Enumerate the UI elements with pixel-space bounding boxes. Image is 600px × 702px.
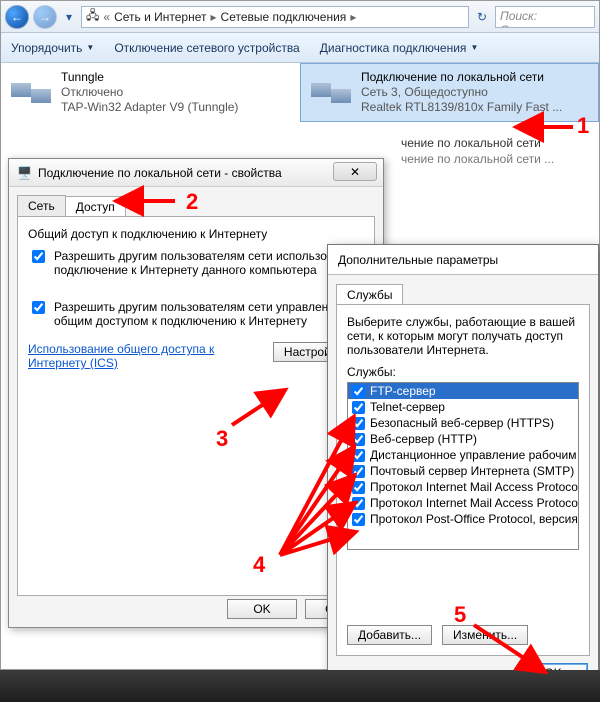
services-list[interactable]: FTP-сервер Telnet-сервер Безопасный веб-…: [347, 382, 579, 550]
service-checkbox[interactable]: [352, 433, 365, 446]
conn-name: Tunngle: [61, 70, 238, 85]
adapter-icon: [11, 75, 51, 111]
conn-status: Сеть 3, Общедоступно: [361, 85, 562, 100]
service-name: Дистанционное управление рабочим столом: [370, 448, 579, 462]
service-name: Безопасный веб-сервер (HTTPS): [370, 416, 554, 430]
conn-status: Отключено: [61, 85, 238, 100]
nav-bar: ← → ▾ 🖧 « Сеть и Интернет ▸ Сетевые подк…: [1, 1, 599, 33]
service-row[interactable]: Дистанционное управление рабочим столом: [348, 447, 578, 463]
taskbar[interactable]: [0, 670, 600, 702]
additional-params-dialog: Дополнительные параметры Службы Выберите…: [327, 244, 599, 694]
add-service-button[interactable]: Добавить...: [347, 625, 432, 645]
service-checkbox[interactable]: [352, 481, 365, 494]
connections-list: Tunngle Отключено TAP-Win32 Adapter V9 (…: [1, 63, 599, 122]
hidden-conn-name: чение по локальной сети: [1, 122, 599, 150]
ok-button[interactable]: OK: [227, 599, 297, 619]
allow-connection-checkbox[interactable]: [32, 250, 45, 263]
service-name: FTP-сервер: [370, 384, 436, 398]
edit-service-button[interactable]: Изменить...: [442, 625, 528, 645]
bc-sep: ▸: [350, 10, 356, 24]
services-pane: Выберите службы, работающие в вашей сети…: [336, 304, 590, 656]
breadcrumb[interactable]: 🖧 « Сеть и Интернет ▸ Сетевые подключени…: [81, 6, 469, 28]
tab-network[interactable]: Сеть: [17, 195, 66, 216]
conn-device: Realtek RTL8139/810x Family Fast ...: [361, 100, 562, 115]
allow-connection-label: Разрешить другим пользователям сети испо…: [54, 249, 364, 277]
forward-button[interactable]: →: [33, 5, 57, 29]
bc-sep: ▸: [211, 10, 217, 24]
conn-device: TAP-Win32 Adapter V9 (Tunngle): [61, 100, 238, 115]
bc-sep-left: «: [103, 10, 110, 24]
service-checkbox[interactable]: [352, 497, 365, 510]
search-input[interactable]: Поиск: Сетевые: [495, 6, 595, 28]
service-name: Веб-сервер (HTTP): [370, 432, 477, 446]
tab-pane-share: Общий доступ к подключению к Интернету Р…: [17, 216, 375, 596]
service-checkbox[interactable]: [352, 513, 365, 526]
service-checkbox[interactable]: [352, 401, 365, 414]
adapter-small-icon: 🖥️: [17, 166, 32, 180]
service-checkbox[interactable]: [352, 465, 365, 478]
service-row[interactable]: Безопасный веб-сервер (HTTPS): [348, 415, 578, 431]
service-checkbox[interactable]: [352, 449, 365, 462]
nav-history-dropdown[interactable]: ▾: [61, 5, 77, 29]
diagnose-button[interactable]: Диагностика подключения▼: [320, 41, 479, 55]
service-name: Протокол Internet Mail Access Protocol, …: [370, 496, 579, 510]
conn-name: Подключение по локальной сети: [361, 70, 562, 85]
tab-share[interactable]: Доступ: [65, 196, 126, 217]
service-row[interactable]: Telnet-сервер: [348, 399, 578, 415]
ics-link[interactable]: Использование общего доступа к Интернету…: [28, 342, 218, 370]
service-name: Telnet-сервер: [370, 400, 445, 414]
back-button[interactable]: ←: [5, 5, 29, 29]
close-button[interactable]: ✕: [333, 162, 377, 181]
tabs: Сеть Доступ: [17, 195, 375, 216]
dialog-title-text: Подключение по локальной сети - свойства: [38, 166, 282, 180]
connection-item-lan[interactable]: Подключение по локальной сети Сеть 3, Об…: [300, 63, 599, 122]
command-bar: Упорядочить▼ Отключение сетевого устройс…: [1, 33, 599, 63]
services-label: Службы:: [347, 365, 579, 379]
service-row[interactable]: Протокол Internet Mail Access Protocol, …: [348, 495, 578, 511]
dialog2-title: Дополнительные параметры: [328, 245, 598, 275]
adapter-icon: [311, 75, 351, 111]
refresh-icon[interactable]: ↻: [477, 10, 487, 24]
service-row[interactable]: Протокол Post-Office Protocol, версия 3 …: [348, 511, 578, 527]
organize-menu[interactable]: Упорядочить▼: [11, 41, 94, 55]
service-checkbox[interactable]: [352, 417, 365, 430]
allow-control-label: Разрешить другим пользователям сети упра…: [54, 300, 364, 328]
connection-item-tunngle[interactable]: Tunngle Отключено TAP-Win32 Adapter V9 (…: [1, 63, 300, 122]
allow-control-checkbox[interactable]: [32, 301, 45, 314]
service-row[interactable]: Веб-сервер (HTTP): [348, 431, 578, 447]
breadcrumb-item[interactable]: Сетевые подключения: [221, 10, 347, 24]
tab-services[interactable]: Службы: [336, 284, 403, 305]
service-name: Протокол Internet Mail Access Protocol, …: [370, 480, 579, 494]
service-row[interactable]: Протокол Internet Mail Access Protocol, …: [348, 479, 578, 495]
dialog-title: 🖥️ Подключение по локальной сети - свойс…: [9, 159, 383, 187]
group-title: Общий доступ к подключению к Интернету: [28, 227, 364, 241]
network-icon: 🖧: [86, 6, 99, 27]
service-row[interactable]: Почтовый сервер Интернета (SMTP): [348, 463, 578, 479]
service-name: Почтовый сервер Интернета (SMTP): [370, 464, 574, 478]
services-help-text: Выберите службы, работающие в вашей сети…: [347, 315, 579, 357]
disable-device-button[interactable]: Отключение сетевого устройства: [114, 41, 299, 55]
service-name: Протокол Post-Office Protocol, версия 3 …: [370, 512, 579, 526]
breadcrumb-item[interactable]: Сеть и Интернет: [114, 10, 206, 24]
service-checkbox[interactable]: [352, 385, 365, 398]
service-row[interactable]: FTP-сервер: [348, 383, 578, 399]
